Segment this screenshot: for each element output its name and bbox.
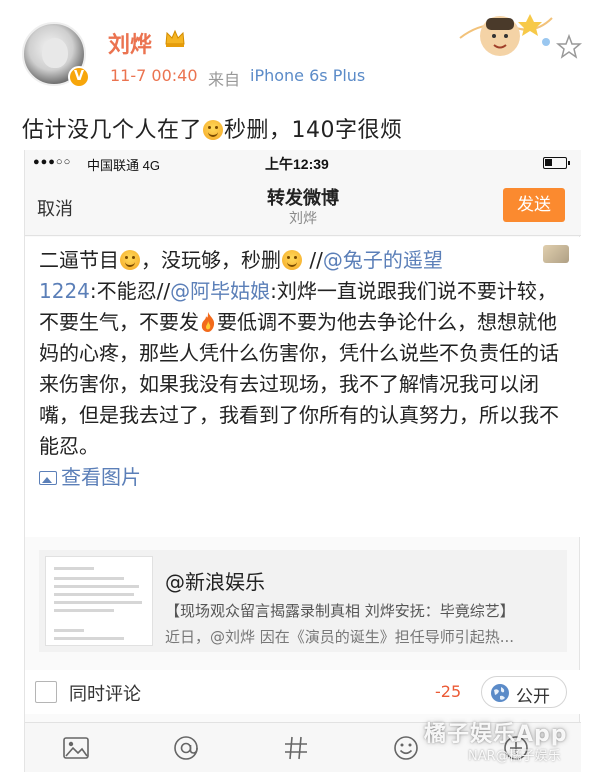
thumbnail-line — [54, 567, 94, 570]
emoji-icon[interactable] — [389, 731, 423, 765]
thumbnail-line — [54, 609, 114, 612]
quoted-post-thumbnail — [45, 556, 153, 646]
quoted-post-card[interactable]: @新浪娱乐 【现场观众留言揭露录制真相 刘烨安抚：毕竟综艺】 近日，@刘烨 因在… — [39, 550, 567, 652]
post-header: V 刘烨 11-7 00:40 来自 iPhone 6s Plus — [0, 0, 600, 110]
card-decoration-icon — [459, 14, 553, 56]
thumbnail-line — [54, 637, 124, 640]
char-count: -25 — [435, 682, 462, 701]
quoted-post-author[interactable]: @新浪娱乐 — [165, 566, 265, 595]
image-icon[interactable] — [59, 731, 93, 765]
username[interactable]: 刘烨 — [108, 27, 152, 59]
comment-checkbox[interactable] — [35, 681, 57, 703]
thumbnail-line — [54, 585, 139, 588]
nav-title: 转发微博 — [267, 188, 339, 209]
battery-icon — [543, 157, 570, 169]
view-image-link[interactable]: 查看图片 — [39, 465, 141, 489]
star-icon[interactable] — [556, 34, 582, 60]
smile-emoji-icon — [203, 120, 224, 140]
compose-text[interactable]: 二逼节目 ，没玩够，秒删 //@兔子的遥望 1224:不能忍//@阿毕姑娘:刘烨一直… — [39, 245, 559, 493]
avatar-face — [42, 38, 68, 68]
signal-strength: ●●●○○ — [33, 156, 72, 168]
status-time: 上午12:39 — [265, 156, 329, 172]
smile-emoji-icon — [282, 250, 302, 270]
thumbnail-line — [54, 601, 142, 604]
globe-icon — [491, 684, 509, 702]
compose-text-part: ，没玩够，秒删 — [141, 248, 281, 272]
visibility-label: 公开 — [516, 687, 550, 707]
post-source[interactable]: iPhone 6s Plus — [250, 66, 365, 85]
comment-checkbox-label[interactable]: 同时评论 — [69, 680, 141, 706]
mention-link[interactable]: @兔子的遥望 — [323, 248, 443, 272]
quoted-post-body: 近日，@刘烨 因在《演员的诞生》担任导师引起热... — [165, 628, 515, 646]
repost-compose-area[interactable]: 二逼节目 ，没玩够，秒删 //@兔子的遥望 1224:不能忍//@阿毕姑娘:刘烨一直… — [25, 237, 581, 537]
embedded-repost-screenshot: ●●●○○ 中国联通 4G 上午12:39 取消 转发微博 刘烨 发送 二逼节目… — [24, 150, 581, 772]
mention-link[interactable]: @阿毕姑娘 — [170, 279, 270, 303]
post-text: 估计没几个人在了 秒删，140字很烦 — [22, 112, 403, 144]
thumbnail-line — [54, 593, 134, 596]
verified-badge-icon: V — [68, 66, 90, 88]
compose-text-part: // — [303, 248, 323, 272]
at-icon[interactable] — [169, 731, 203, 765]
nav-bar: 取消 转发微博 刘烨 发送 — [25, 176, 581, 236]
send-button[interactable]: 发送 — [503, 188, 565, 222]
smile-emoji-icon — [120, 250, 140, 270]
post-text-part-2: 秒删，140字很烦 — [224, 118, 403, 143]
post-from-label: 来自 — [208, 70, 241, 89]
nav-subtitle: 刘烨 — [289, 211, 317, 227]
view-image-label: 查看图片 — [61, 465, 141, 489]
image-icon — [39, 471, 57, 485]
visibility-button[interactable]: 公开 — [481, 676, 567, 708]
crown-icon — [165, 29, 185, 47]
post-text-part-1: 估计没几个人在了 — [22, 118, 203, 143]
fire-emoji-icon — [199, 311, 217, 333]
compose-text-part: 二逼节目 — [39, 248, 119, 272]
compose-text-part: :不能忍// — [89, 279, 171, 303]
post-time: 11-7 00:40 — [110, 66, 198, 85]
hashtag-icon[interactable] — [279, 731, 313, 765]
quoted-post-title: 【现场观众留言揭露录制真相 刘烨安抚：毕竟综艺】 — [165, 602, 515, 620]
weibo-post-screen: V 刘烨 11-7 00:40 来自 iPhone 6s Plus 估计没几个人… — [0, 0, 600, 772]
repost-options-row: 同时评论 -25 公开 — [25, 670, 581, 714]
watermark-sub: NAR@橘子娱乐 — [468, 749, 561, 764]
thumbnail-line — [54, 577, 124, 580]
status-bar: ●●●○○ 中国联通 4G 上午12:39 — [25, 150, 581, 176]
thumbnail-line — [54, 629, 84, 632]
carrier-label: 中国联通 4G — [87, 158, 160, 173]
battery-level — [545, 159, 552, 166]
watermark-logo: 橘子娱乐App — [424, 722, 568, 747]
mention-link-cont[interactable]: 1224 — [39, 279, 90, 303]
